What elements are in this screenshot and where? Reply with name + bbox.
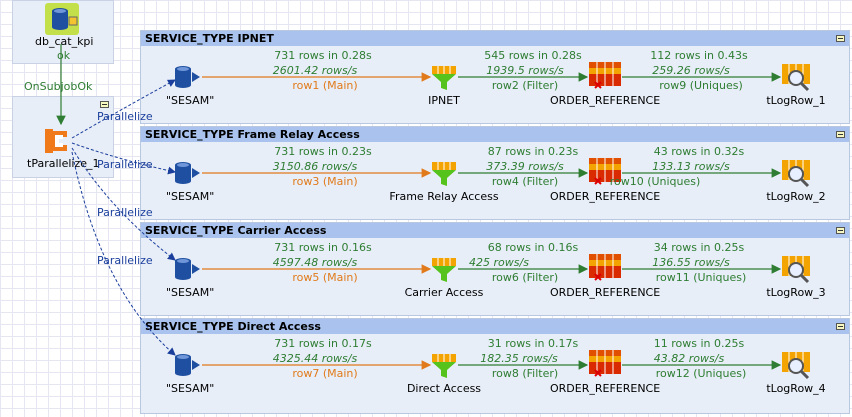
filter-funnel-icon[interactable] [430, 162, 458, 188]
uniques-rate: 136.55 rows/s [652, 256, 730, 269]
uniques-row-label: row10 (Uniques) [609, 175, 701, 188]
source-label: "SESAM" [166, 190, 215, 203]
filter-label: Frame Relay Access [389, 190, 499, 203]
uniques-row-label: row11 (Uniques) [655, 271, 747, 284]
log-row-icon[interactable] [780, 254, 812, 284]
log-row-label: tLogRow_1 [766, 94, 826, 107]
source-db-icon[interactable] [172, 256, 202, 282]
source-db-icon[interactable] [172, 352, 202, 378]
source-db-icon[interactable] [172, 160, 202, 186]
source-db-icon[interactable] [172, 64, 202, 90]
log-row-icon[interactable] [780, 350, 812, 380]
log-row-label: tLogRow_2 [766, 190, 826, 203]
filter-rows: 87 rows in 0.23s [487, 145, 579, 158]
filter-row-label: row8 (Filter) [491, 367, 559, 380]
filter-funnel-icon[interactable] [430, 66, 458, 92]
main-rows: 731 rows in 0.23s [274, 145, 372, 158]
filter-rows: 545 rows in 0.28s [484, 49, 582, 62]
order-reference-label: ORDER_REFERENCE [550, 94, 661, 107]
source-label: "SESAM" [166, 286, 215, 299]
filter-label: Carrier Access [404, 286, 484, 299]
log-row-icon[interactable] [780, 158, 812, 188]
filter-rows: 31 rows in 0.17s [487, 337, 579, 350]
filter-rate: 425 rows/s [469, 256, 529, 269]
log-row-label: tLogRow_3 [766, 286, 826, 299]
uniques-row-label: row12 (Uniques) [655, 367, 747, 380]
log-row-icon[interactable] [780, 62, 812, 92]
uniques-rate: 133.13 rows/s [652, 160, 730, 173]
main-rate: 4325.44 rows/s [272, 352, 358, 365]
main-row-label: row3 (Main) [292, 175, 358, 188]
parallelize-label-2: Parallelize [97, 158, 153, 171]
uniques-rows: 11 rows in 0.25s [653, 337, 745, 350]
filter-rate: 373.39 rows/s [486, 160, 564, 173]
filter-rate: 1939.5 rows/s [486, 64, 564, 77]
main-row-label: row5 (Main) [292, 271, 358, 284]
filter-rows: 68 rows in 0.16s [487, 241, 579, 254]
parallelize-label-4: Parallelize [97, 254, 153, 267]
uniques-row-label: row9 (Uniques) [659, 79, 743, 92]
filter-rate: 182.35 rows/s [480, 352, 558, 365]
order-reference-label: ORDER_REFERENCE [550, 286, 661, 299]
parallelize-label-1: Parallelize [97, 110, 153, 123]
source-label: "SESAM" [166, 382, 215, 395]
uniques-rate: 259.26 rows/s [652, 64, 730, 77]
main-row-label: row7 (Main) [292, 367, 358, 380]
uniq-rows-icon[interactable] [587, 60, 623, 92]
uniques-rows: 34 rows in 0.25s [653, 241, 745, 254]
order-reference-label: ORDER_REFERENCE [550, 190, 661, 203]
main-rate: 4597.48 rows/s [272, 256, 358, 269]
uniques-rate: 43.82 rows/s [653, 352, 725, 365]
filter-row-label: row6 (Filter) [491, 271, 559, 284]
uniq-rows-icon[interactable] [587, 252, 623, 284]
filter-row-label: row2 (Filter) [491, 79, 559, 92]
order-reference-label: ORDER_REFERENCE [550, 382, 661, 395]
uniques-rows: 112 rows in 0.43s [650, 49, 748, 62]
filter-label: Direct Access [406, 382, 482, 395]
source-label: "SESAM" [166, 94, 215, 107]
main-rows: 731 rows in 0.28s [274, 49, 372, 62]
main-rows: 731 rows in 0.17s [274, 337, 372, 350]
filter-row-label: row4 (Filter) [491, 175, 559, 188]
uniques-rows: 43 rows in 0.32s [653, 145, 745, 158]
uniq-rows-icon[interactable] [587, 348, 623, 380]
log-row-label: tLogRow_4 [766, 382, 826, 395]
main-rate: 3150.86 rows/s [272, 160, 358, 173]
filter-label: IPNET [428, 94, 460, 107]
main-row-label: row1 (Main) [292, 79, 358, 92]
filter-funnel-icon[interactable] [430, 354, 458, 380]
main-rows: 731 rows in 0.16s [274, 241, 372, 254]
parallelize-link-1[interactable] [71, 79, 176, 139]
main-rate: 2601.42 rows/s [272, 64, 358, 77]
parallelize-label-3: Parallelize [97, 206, 153, 219]
